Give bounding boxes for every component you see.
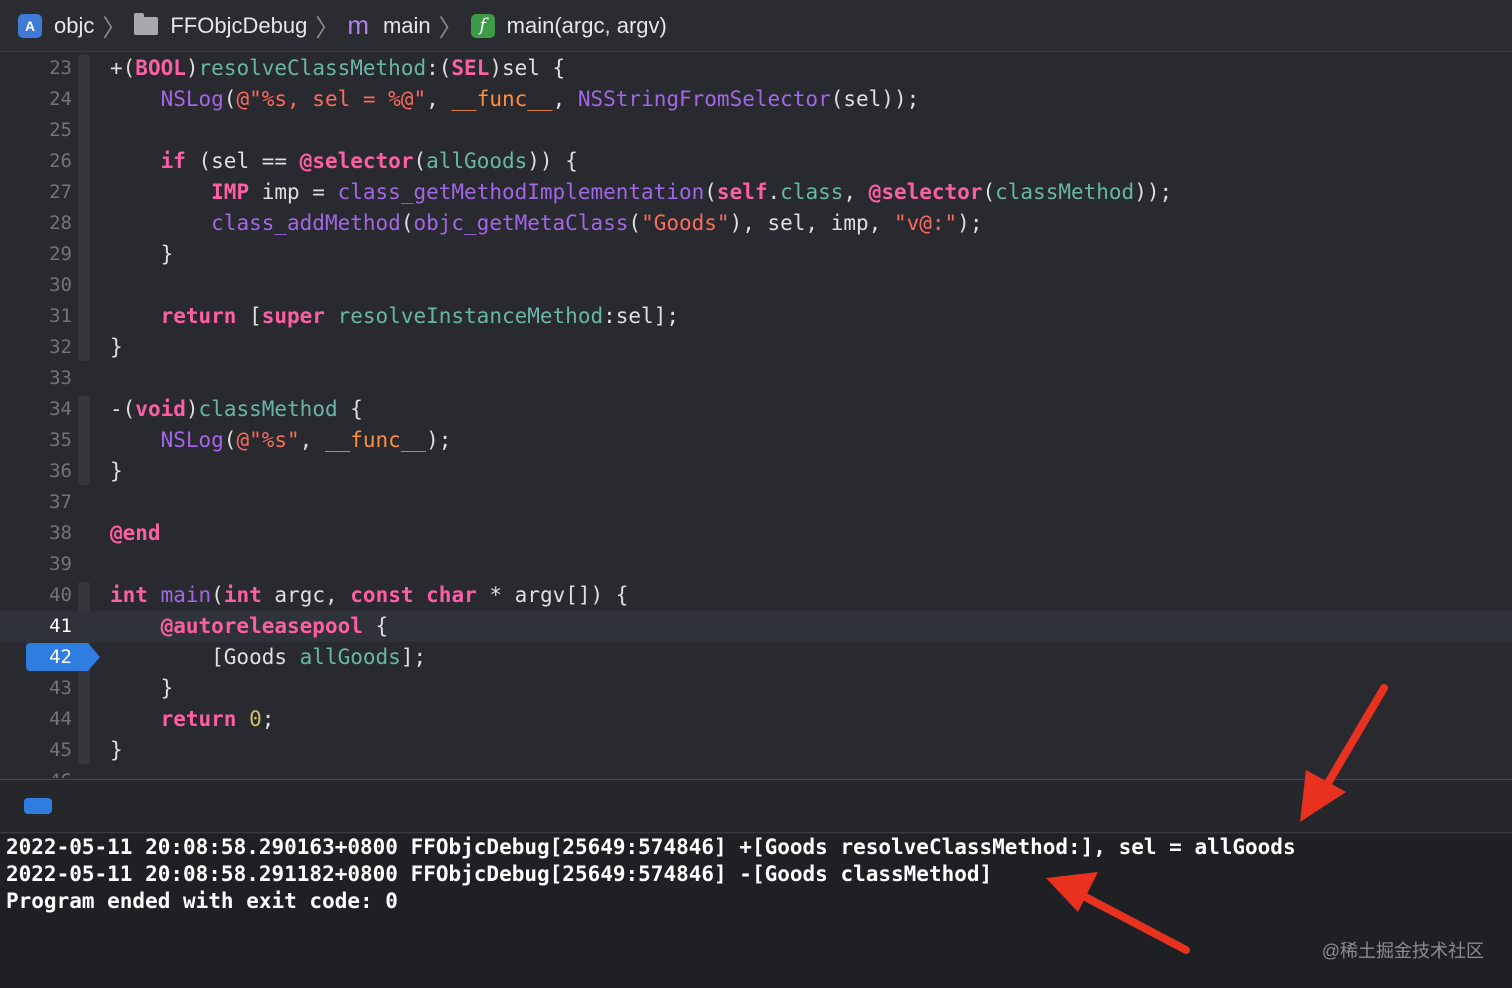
code-editor[interactable]: 23 +(BOOL)resolveClassMethod:(SEL)sel { 24… [0,53,1512,778]
line-number[interactable]: 27 [0,177,72,208]
line-number[interactable]: 36 [0,456,72,487]
code-line[interactable]: 42 [Goods allGoods]; [0,642,1512,673]
breadcrumb-label: main(argc, argv) [506,12,667,38]
code-line[interactable]: 28 class_addMethod(objc_getMetaClass("Go… [0,208,1512,239]
line-number[interactable]: 42 [0,642,72,673]
code-text: } [110,676,174,700]
code-line[interactable]: 31 return [super resolveInstanceMethod:s… [0,301,1512,332]
line-number[interactable]: 31 [0,301,72,332]
chevron-right-icon: 〉 [315,15,340,42]
code-text: NSLog(@"%s, sel = %@", __func__, NSStrin… [160,87,920,111]
line-number[interactable]: 32 [0,332,72,363]
code-line[interactable]: 27 IMP imp = class_getMethodImplementati… [0,177,1512,208]
code-text: return [super resolveInstanceMethod:sel]… [160,304,679,328]
line-number[interactable]: 37 [0,487,72,518]
code-text: NSLog(@"%s", __func__); [160,428,452,452]
breadcrumb-project[interactable]: A objc [18,13,94,39]
code-line[interactable]: 33 [0,363,1512,394]
code-line[interactable]: 24 NSLog(@"%s, sel = %@", __func__, NSSt… [0,84,1512,115]
console-line: 2022-05-11 20:08:58.290163+0800 FFObjcDe… [6,835,1296,859]
code-line[interactable]: 39 [0,549,1512,580]
code-text: class_addMethod(objc_getMetaClass("Goods… [211,211,983,235]
breakpoints-toggle-icon[interactable] [24,798,52,814]
breadcrumb-label: objc [54,12,95,38]
breadcrumb-file[interactable]: m main [347,10,430,41]
line-number[interactable]: 38 [0,518,72,549]
console-line: Program ended with exit code: 0 [6,889,398,913]
line-number[interactable]: 41 [0,611,72,642]
folder-icon [134,12,159,35]
xcode-project-icon: A [18,13,42,38]
line-number[interactable]: 24 [0,84,72,115]
code-text: @autoreleasepool { [160,614,389,638]
line-number[interactable]: 40 [0,580,72,611]
line-number[interactable]: 33 [0,363,72,394]
line-number[interactable]: 39 [0,549,72,580]
code-line[interactable]: 26 if (sel == @selector(allGoods)) { [0,146,1512,177]
code-text: if (sel == @selector(allGoods)) { [160,149,578,173]
line-number[interactable]: 43 [0,673,72,704]
code-line[interactable]: 29 } [0,239,1512,270]
code-line[interactable]: 25 [0,115,1512,146]
code-text: } [110,335,123,359]
code-line[interactable]: 34 -(void)classMethod { [0,394,1512,425]
code-line[interactable]: 37 [0,487,1512,518]
line-number[interactable]: 30 [0,270,72,301]
m-file-icon: m [347,10,369,40]
console-output[interactable]: 2022-05-11 20:08:58.290163+0800 FFObjcDe… [0,834,1512,988]
code-line[interactable]: 43 } [0,673,1512,704]
line-number[interactable]: 25 [0,115,72,146]
line-number[interactable]: 35 [0,425,72,456]
jump-bar: A objc 〉 FFObjcDebug 〉 m main 〉 f main(a… [0,0,1512,52]
code-text: int main(int argc, const char * argv[]) … [110,583,629,607]
function-icon: f [470,13,495,38]
debug-bar [0,779,1512,833]
code-text: [Goods allGoods]; [110,645,427,669]
code-line[interactable]: 35 NSLog(@"%s", __func__); [0,425,1512,456]
breadcrumb-label: main [382,12,431,38]
line-number[interactable]: 23 [0,53,72,84]
line-number[interactable]: 45 [0,735,72,766]
line-number[interactable]: 34 [0,394,72,425]
code-text: } [110,242,174,266]
code-text: IMP imp = class_getMethodImplementation(… [211,180,1173,204]
line-number[interactable]: 28 [0,208,72,239]
code-line[interactable]: 23 +(BOOL)resolveClassMethod:(SEL)sel { [0,53,1512,84]
line-number[interactable]: 26 [0,146,72,177]
console-line: 2022-05-11 20:08:58.291182+0800 FFObjcDe… [6,862,993,886]
code-line[interactable]: 41 @autoreleasepool { [0,611,1512,642]
code-line[interactable]: 38 @end [0,518,1512,549]
code-text: @end [110,521,161,545]
code-line[interactable]: 40 int main(int argc, const char * argv[]… [0,580,1512,611]
line-number[interactable]: 44 [0,704,72,735]
code-line[interactable]: 45} [0,735,1512,766]
breadcrumb-function[interactable]: f main(argc, argv) [470,12,667,39]
code-line[interactable]: 32} [0,332,1512,363]
line-number[interactable]: 29 [0,239,72,270]
breadcrumb-folder[interactable]: FFObjcDebug [134,12,308,39]
code-text: return 0; [160,707,275,731]
code-line[interactable]: 36} [0,456,1512,487]
code-text: } [110,459,123,483]
code-line[interactable]: 46 [0,766,1512,778]
code-line[interactable]: 30 [0,270,1512,301]
breadcrumb-label: FFObjcDebug [170,12,308,38]
line-number[interactable]: 46 [0,766,72,778]
code-text: } [110,738,123,762]
chevron-right-icon: 〉 [102,15,127,42]
code-text: -(void)classMethod { [110,397,363,421]
code-line[interactable]: 44 return 0; [0,704,1512,735]
code-text: +(BOOL)resolveClassMethod:(SEL)sel { [110,56,566,80]
watermark: @稀土掘金技术社区 [1321,941,1484,961]
chevron-right-icon: 〉 [438,15,463,42]
